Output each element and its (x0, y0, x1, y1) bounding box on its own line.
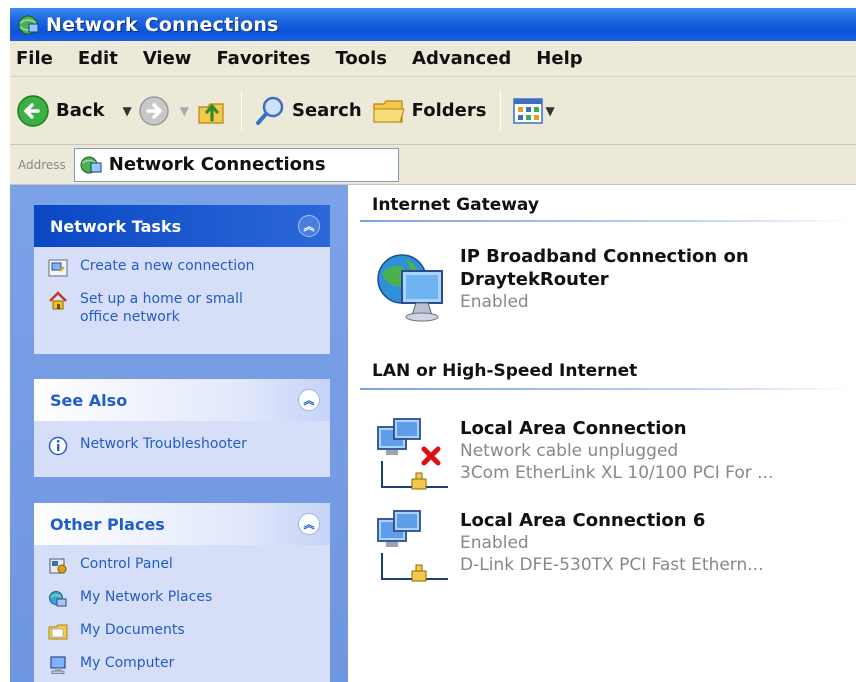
group-divider (360, 388, 856, 390)
task-label: Set up a home or small office network (80, 291, 243, 325)
search-label: Search (291, 100, 362, 121)
back-dropdown-icon[interactable]: ▼ (123, 104, 132, 118)
network-tasks-panel: Network Tasks ︽ Create a new connection … (34, 205, 330, 354)
toolbar: Back ▼ ▼ Search Folders ▼ (10, 77, 856, 145)
folders-label: Folders (411, 100, 487, 121)
views-button[interactable]: ▼ (513, 97, 560, 124)
see-also-panel: See Also ︽ Network Troubleshooter (34, 379, 330, 477)
connection-name: Local Area Connection (460, 418, 687, 439)
menu-favorites[interactable]: Favorites (216, 48, 310, 69)
back-arrow-icon (17, 94, 49, 127)
place-label: My Computer (80, 655, 175, 671)
task-setup-home-network[interactable]: Set up a home or small office network (48, 290, 322, 326)
network-connections-icon (18, 15, 39, 34)
place-label: Control Panel (80, 556, 173, 572)
menu-bar: File Edit View Favorites Tools Advanced … (10, 41, 856, 77)
folder-icon (48, 624, 68, 640)
address-field[interactable]: Network Connections (73, 147, 399, 182)
place-control-panel[interactable]: Control Panel (48, 555, 322, 576)
place-my-computer[interactable]: My Computer (48, 654, 322, 675)
connection-name: Local Area Connection 6 (460, 510, 706, 531)
task-create-connection[interactable]: Create a new connection (48, 257, 322, 278)
views-grid-icon (513, 97, 544, 124)
search-icon (255, 96, 284, 125)
place-my-documents[interactable]: My Documents (48, 621, 322, 642)
connection-local-area[interactable]: Local Area Connection Network cable unpl… (372, 417, 852, 499)
other-places-panel: Other Places ︽ Control Panel My Network … (34, 503, 330, 682)
forward-arrow-icon (139, 95, 169, 126)
other-places-body: Control Panel My Network Places My Docum… (34, 545, 330, 682)
menu-advanced[interactable]: Advanced (412, 48, 511, 69)
collapse-chevron-icon[interactable]: ︽ (298, 513, 320, 535)
internet-gateway-icon (377, 254, 443, 322)
lan-disconnected-icon (377, 418, 448, 490)
new-connection-icon (48, 259, 68, 277)
network-tasks-body: Create a new connection Set up a home or… (34, 247, 330, 354)
place-my-network-places[interactable]: My Network Places (48, 588, 322, 609)
connection-device: D-Link DFE-530TX PCI Fast Ethern... (460, 555, 764, 575)
connection-text: Local Area Connection Network cable unpl… (460, 417, 773, 499)
other-places-header[interactable]: Other Places ︽ (34, 503, 330, 545)
lan-connection-icon (377, 510, 448, 582)
see-also-header[interactable]: See Also ︽ (34, 379, 330, 421)
control-panel-icon (49, 558, 67, 574)
connection-status: Enabled (460, 533, 529, 553)
folders-icon (373, 99, 405, 123)
connection-name-line2: DraytekRouter (460, 269, 609, 290)
connection-status: Enabled (460, 292, 529, 312)
network-tasks-title: Network Tasks (50, 216, 182, 236)
views-dropdown-icon: ▼ (545, 103, 555, 118)
collapse-chevron-icon[interactable]: ︽ (298, 215, 320, 237)
computer-icon (50, 656, 66, 674)
network-connections-icon (80, 156, 102, 173)
address-label: Address (18, 157, 66, 172)
folders-button[interactable]: Folders (372, 96, 487, 126)
task-pane: Network Tasks ︽ Create a new connection … (10, 185, 348, 682)
connection-device: 3Com EtherLink XL 10/100 PCI For ... (460, 463, 774, 483)
connection-name: IP Broadband Connection on (460, 246, 749, 267)
connection-ip-broadband[interactable]: IP Broadband Connection on DraytekRouter… (372, 245, 852, 327)
connection-text: Local Area Connection 6 Enabled D-Link D… (460, 509, 764, 591)
task-network-troubleshooter[interactable]: Network Troubleshooter (48, 435, 322, 456)
task-label: Network Troubleshooter (80, 436, 247, 452)
see-also-body: Network Troubleshooter (34, 421, 330, 477)
menu-file[interactable]: File (16, 48, 53, 69)
network-places-icon (49, 591, 67, 607)
connection-local-area-6[interactable]: Local Area Connection 6 Enabled D-Link D… (372, 509, 852, 591)
back-button[interactable]: Back (16, 94, 105, 128)
forward-dropdown-icon[interactable]: ▼ (180, 104, 189, 118)
up-folder-button[interactable] (195, 95, 227, 127)
group-divider (360, 220, 856, 222)
menu-help[interactable]: Help (536, 48, 582, 69)
forward-button[interactable] (138, 95, 170, 127)
menu-view[interactable]: View (143, 48, 192, 69)
other-places-title: Other Places (50, 514, 165, 534)
toolbar-separator (240, 90, 242, 131)
menu-tools[interactable]: Tools (336, 48, 388, 69)
collapse-chevron-icon[interactable]: ︽ (298, 389, 320, 411)
menu-edit[interactable]: Edit (78, 48, 118, 69)
address-value: Network Connections (108, 154, 326, 175)
connections-pane: Internet Gateway IP Broadband Connection… (348, 185, 856, 682)
window-title: Network Connections (46, 13, 279, 36)
search-button[interactable]: Search (254, 95, 362, 127)
title-bar[interactable]: Network Connections (10, 8, 856, 41)
group-header-internet-gateway: Internet Gateway (372, 195, 539, 215)
back-label: Back (56, 100, 105, 121)
home-network-icon (49, 291, 67, 310)
network-tasks-header[interactable]: Network Tasks ︽ (34, 205, 330, 247)
toolbar-separator (500, 90, 502, 131)
task-label: Create a new connection (80, 258, 255, 274)
see-also-title: See Also (50, 390, 128, 410)
connection-text: IP Broadband Connection on DraytekRouter… (460, 245, 749, 327)
place-label: My Documents (80, 622, 185, 638)
connection-status: Network cable unplugged (460, 441, 679, 461)
place-label: My Network Places (80, 589, 213, 605)
up-folder-icon (198, 102, 224, 124)
address-bar: Address Network Connections (10, 145, 856, 185)
info-icon (48, 436, 68, 456)
group-header-lan: LAN or High-Speed Internet (372, 361, 638, 381)
